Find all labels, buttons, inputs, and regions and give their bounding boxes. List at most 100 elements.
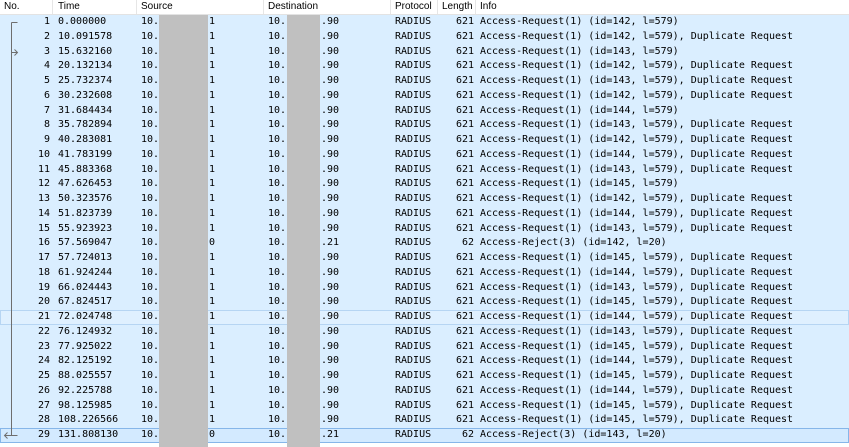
packet-info: Access-Request(1) (id=144, l=579) (480, 104, 679, 116)
packet-row[interactable]: 16 57.569047 10. 0 10. .21 RADIUS 62 Acces… (0, 236, 849, 251)
packet-info: Access-Request(1) (id=142, l=579), Dupli… (480, 193, 794, 204)
packet-number: 10 (37, 148, 50, 160)
packet-row[interactable]: 26 92.225788 10. 1 10. .90 RADIUS 621 Acce… (0, 383, 849, 399)
packet-row[interactable]: 7 31.684434 10. 1 10. .90 RADIUS 621 Acces… (0, 103, 849, 119)
conversation-line-icon (11, 59, 12, 74)
conversation-line-icon (11, 280, 12, 296)
packet-length: 621 (455, 296, 474, 308)
packet-row[interactable]: 3 15.632160 10. 1 10. .90 RADIUS 621 Acces… (0, 44, 849, 60)
packet-number-cell: 5 (0, 74, 53, 89)
column-header-time[interactable]: Time (53, 0, 137, 14)
packet-row[interactable]: 18 61.924244 10. 1 10. .90 RADIUS 621 Acce… (0, 265, 849, 281)
packet-time: 108.226566 (58, 414, 119, 426)
source-address-start: 10. (141, 311, 160, 322)
source-address-end: 1 (209, 193, 216, 204)
packet-destination: 10. .90 (264, 281, 391, 296)
packet-number-cell: 24 (0, 354, 53, 369)
conversation-line-icon (11, 236, 12, 251)
packet-destination: 10. .90 (264, 45, 391, 60)
packet-row[interactable]: 6 30.232608 10. 1 10. .90 RADIUS 621 Acces… (0, 88, 849, 104)
source-address-end: 1 (209, 222, 216, 234)
packet-destination: 10. .90 (264, 295, 391, 310)
packet-row[interactable]: 2 10.091578 10. 1 10. .90 RADIUS 621 Acces… (0, 29, 849, 45)
packet-protocol: RADIUS (395, 414, 432, 426)
column-header-length[interactable]: Length (438, 0, 476, 14)
destination-address-end: .21 (321, 237, 340, 249)
destination-redaction-box (287, 15, 320, 447)
source-address-start: 10. (141, 237, 160, 249)
packet-destination: 10. .90 (264, 354, 391, 369)
packet-info: Access-Request(1) (id=142, l=579), Dupli… (480, 60, 794, 72)
packet-time: 10.091578 (58, 30, 113, 42)
packet-length: 621 (455, 355, 474, 367)
source-address-end: 1 (209, 414, 216, 426)
destination-address-start: 10. (268, 60, 287, 72)
packet-list-pane: No. Time Source Destination Protocol Len… (0, 0, 849, 447)
destination-address-end: .90 (321, 75, 340, 86)
source-address-end: 1 (209, 75, 216, 86)
destination-address-start: 10. (268, 89, 287, 101)
packet-destination: 10. .90 (264, 118, 391, 133)
packet-row[interactable]: 25 88.025557 10. 1 10. .90 RADIUS 621 Acce… (0, 369, 849, 384)
conversation-line-icon (11, 29, 12, 45)
packet-protocol: RADIUS (395, 281, 432, 293)
packet-row[interactable]: 10 41.783199 10. 1 10. .90 RADIUS 621 Acce… (0, 147, 849, 163)
packet-destination: 10. .90 (264, 15, 391, 30)
packet-row[interactable]: 15 55.923923 10. 1 10. .90 RADIUS 621 Acce… (0, 221, 849, 237)
packet-time: 45.883368 (58, 163, 113, 175)
packet-destination: 10. .90 (264, 59, 391, 74)
packet-destination: 10. .21 (264, 428, 391, 443)
packet-info: Access-Request(1) (id=143, l=579), Dupli… (480, 222, 794, 234)
destination-address-start: 10. (268, 104, 287, 116)
packet-number-cell: 27 (0, 398, 53, 414)
packet-length: 621 (455, 281, 474, 293)
destination-address-start: 10. (268, 252, 287, 263)
column-header-no[interactable]: No. (0, 0, 53, 14)
source-address-end: 1 (209, 89, 216, 101)
packet-length: 621 (455, 414, 474, 426)
conversation-line-icon (11, 118, 12, 133)
packet-destination: 10. .90 (264, 133, 391, 148)
packet-row[interactable]: 1 0.000000 10. 1 10. .90 RADIUS 621 Access… (0, 15, 849, 30)
column-header-source[interactable]: Source (137, 0, 264, 14)
column-header-protocol[interactable]: Protocol (391, 0, 438, 14)
packet-row[interactable]: 9 40.283081 10. 1 10. .90 RADIUS 621 Acces… (0, 133, 849, 148)
packet-length: 62 (461, 237, 474, 249)
packet-row[interactable]: 27 98.125985 10. 1 10. .90 RADIUS 621 Acce… (0, 398, 849, 414)
destination-address-start: 10. (268, 30, 287, 42)
packet-row[interactable]: 12 47.626453 10. 1 10. .90 RADIUS 621 Acce… (0, 177, 849, 192)
packet-destination: 10. .90 (264, 413, 391, 428)
source-address-start: 10. (141, 134, 160, 145)
packet-time: 88.025557 (58, 370, 113, 381)
packet-row[interactable]: 28 108.226566 10. 1 10. .90 RADIUS 621 Acc… (0, 413, 849, 428)
packet-row[interactable]: 22 76.124932 10. 1 10. .90 RADIUS 621 Acce… (0, 324, 849, 340)
packet-number-cell: 19 (0, 280, 53, 296)
destination-address-end: .90 (321, 296, 340, 308)
packet-row[interactable]: 20 67.824517 10. 1 10. .90 RADIUS 621 Acce… (0, 295, 849, 310)
destination-address-end: .90 (321, 119, 340, 131)
packet-info: Access-Request(1) (id=142, l=579), Dupli… (480, 134, 794, 145)
packet-row[interactable]: 24 82.125192 10. 1 10. .90 RADIUS 621 Acce… (0, 354, 849, 369)
destination-address-start: 10. (268, 266, 287, 278)
packet-row[interactable]: 5 25.732374 10. 1 10. .90 RADIUS 621 Acces… (0, 74, 849, 89)
column-header-info[interactable]: Info (476, 0, 849, 14)
packet-number: 12 (37, 178, 50, 190)
conversation-line-icon (11, 413, 12, 428)
packet-row[interactable]: 19 66.024443 10. 1 10. .90 RADIUS 621 Acce… (0, 280, 849, 296)
packet-row[interactable]: 17 57.724013 10. 1 10. .90 RADIUS 621 Acce… (0, 251, 849, 266)
packet-destination: 10. .90 (264, 310, 391, 325)
packet-row[interactable]: 13 50.323576 10. 1 10. .90 RADIUS 621 Acce… (0, 192, 849, 207)
packet-row[interactable]: 23 77.925022 10. 1 10. .90 RADIUS 621 Acce… (0, 339, 849, 355)
packet-time: 40.283081 (58, 134, 113, 145)
packet-row[interactable]: 11 45.883368 10. 1 10. .90 RADIUS 621 Acce… (0, 162, 849, 178)
packet-row[interactable]: 4 20.132134 10. 1 10. .90 RADIUS 621 Acces… (0, 59, 849, 74)
packet-row[interactable]: 14 51.823739 10. 1 10. .90 RADIUS 621 Acce… (0, 206, 849, 222)
packet-row[interactable]: 21 72.024748 10. 1 10. .90 RADIUS 621 Acce… (0, 310, 849, 325)
column-header-destination[interactable]: Destination (264, 0, 391, 14)
packet-length: 621 (455, 30, 474, 42)
packet-length: 621 (455, 104, 474, 116)
packet-row[interactable]: 29 131.808130 10. 0 10. .21 RADIUS 62 Acce… (0, 428, 849, 443)
destination-address-end: .90 (321, 30, 340, 42)
packet-row[interactable]: 8 35.782894 10. 1 10. .90 RADIUS 621 Acces… (0, 118, 849, 133)
packet-length: 621 (455, 148, 474, 160)
